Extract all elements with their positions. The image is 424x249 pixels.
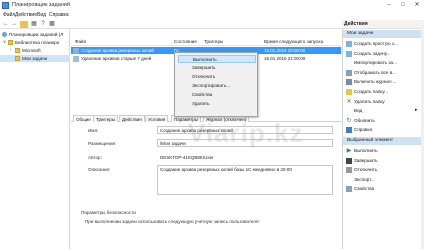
context-item-run[interactable]: Выполнить <box>178 55 256 63</box>
import-task-icon <box>346 60 352 66</box>
folder-icon <box>8 40 13 45</box>
context-item-export[interactable]: Экспортировать... <box>178 82 256 90</box>
minimize-icon[interactable]: – <box>382 0 396 11</box>
export-icon <box>346 177 352 183</box>
action-new-folder[interactable]: Создать папку... <box>343 87 423 97</box>
close-icon[interactable]: ✕ <box>410 0 424 11</box>
tree-item-root[interactable]: Планировщик заданий (Л <box>0 31 70 38</box>
action-enable-log[interactable]: Включить журнал ... <box>343 77 423 87</box>
column-state[interactable]: Состояние <box>174 39 197 44</box>
tab-actions[interactable]: Действия <box>119 115 145 122</box>
help-icon <box>346 127 352 134</box>
folder-icon <box>15 56 20 61</box>
maximize-icon[interactable]: □ <box>396 0 410 11</box>
back-icon[interactable]: ← <box>2 21 10 28</box>
menu-help[interactable]: Справка <box>49 12 69 18</box>
watermark: Viarip.kz <box>188 118 304 148</box>
action-display-all[interactable]: Отображать все в... <box>343 68 423 78</box>
action-import-task[interactable]: Импортировать за... <box>343 58 423 68</box>
security-title: Параметры безопасности <box>81 210 136 215</box>
action-create-basic-task[interactable]: Создать простую з... <box>343 39 423 49</box>
task-icon <box>73 47 79 54</box>
column-name[interactable]: Файл <box>75 39 86 44</box>
author-field: DESKTOP-41KQB8K\User <box>157 153 333 161</box>
menu-bar: Файл Действие Вид Справка <box>0 11 424 20</box>
properties-toolbar-icon[interactable]: ▦ <box>30 21 38 28</box>
help-toolbar-icon[interactable]: ? <box>39 21 47 28</box>
tab-conditions[interactable]: Условия <box>145 115 169 122</box>
create-task-icon <box>346 50 352 57</box>
run-icon: ▶ <box>346 148 352 154</box>
submenu-arrow-icon: ▸ <box>415 107 418 114</box>
author-label: Автор: <box>88 155 102 160</box>
properties-icon <box>346 186 352 193</box>
context-item-delete[interactable]: Удалить <box>178 100 256 108</box>
context-item-properties[interactable]: Свойства <box>178 91 256 99</box>
view-icon <box>346 108 352 114</box>
tree-item-microsoft[interactable]: › Microsoft <box>0 47 70 54</box>
refresh-icon: ↻ <box>346 117 352 124</box>
security-text: При выполнении задачи использовать следу… <box>85 219 260 224</box>
column-triggers[interactable]: Триггеры <box>204 39 223 44</box>
show-pane-icon[interactable]: ▩ <box>48 21 56 28</box>
folder-icon[interactable] <box>20 21 28 28</box>
description-label: Описание: <box>88 167 111 172</box>
action-end[interactable]: Завершить <box>343 156 423 166</box>
folder-icon <box>15 48 20 53</box>
context-item-end[interactable]: Завершить <box>178 64 256 72</box>
forward-icon[interactable]: → <box>10 21 18 28</box>
window-title: Планировщик заданий <box>12 2 70 8</box>
create-basic-task-icon <box>346 41 352 47</box>
delete-folder-icon: ✕ <box>346 98 352 105</box>
column-next-run[interactable]: Время следующего запуска <box>264 39 323 44</box>
action-export[interactable]: Экспорт... <box>343 175 423 185</box>
menu-file[interactable]: Файл <box>3 12 15 18</box>
scheduler-icon <box>2 32 7 37</box>
context-menu: Выполнить Завершить Отключить Экспортиро… <box>174 52 258 117</box>
expand-icon[interactable]: › <box>10 47 12 52</box>
actions-header: Действия <box>342 20 424 29</box>
actions-section-my-tasks[interactable]: Мои задачи <box>343 30 423 38</box>
task-icon <box>73 55 79 62</box>
tree-item-my-tasks[interactable]: Мои задачи <box>0 55 70 62</box>
menu-action[interactable]: Действие <box>15 12 37 18</box>
action-delete-folder[interactable]: ✕ Удалить папку <box>343 97 423 107</box>
context-item-disable[interactable]: Отключить <box>178 73 256 81</box>
action-help[interactable]: Справка <box>343 125 423 135</box>
actions-section-selected[interactable]: Выбранный элемент <box>343 137 423 145</box>
app-icon <box>2 2 9 9</box>
menu-view[interactable]: Вид <box>37 12 46 18</box>
task-list-header: Файл Состояние Триггеры Время следующего… <box>71 38 341 46</box>
disable-icon <box>346 167 352 174</box>
action-create-task[interactable]: Создать задачу... <box>343 49 423 59</box>
navigation-tree: Планировщик заданий (Л ∨ Библиотека план… <box>0 29 70 249</box>
name-label: Имя: <box>88 128 99 133</box>
action-view[interactable]: Вид ▸ <box>343 106 423 116</box>
end-icon <box>346 157 352 164</box>
new-folder-icon <box>346 89 352 95</box>
action-refresh[interactable]: ↻ Обновить <box>343 116 423 126</box>
tab-general[interactable]: Общие <box>73 115 94 122</box>
action-run[interactable]: ▶ Выполнить <box>343 146 423 156</box>
description-field[interactable]: Создание архива резервных копий базы 1С … <box>157 165 333 195</box>
location-label: Размещение: <box>88 141 117 146</box>
action-disable[interactable]: Отключить <box>343 165 423 175</box>
title-bar: Планировщик заданий – □ ✕ <box>0 0 424 11</box>
tab-triggers[interactable]: Триггеры <box>93 115 118 122</box>
display-all-icon <box>346 69 352 76</box>
enable-log-icon <box>346 79 352 86</box>
tree-item-library[interactable]: ∨ Библиотека планиро <box>0 39 70 46</box>
collapse-icon[interactable]: ∨ <box>3 39 6 45</box>
action-properties[interactable]: Свойства <box>343 184 423 194</box>
